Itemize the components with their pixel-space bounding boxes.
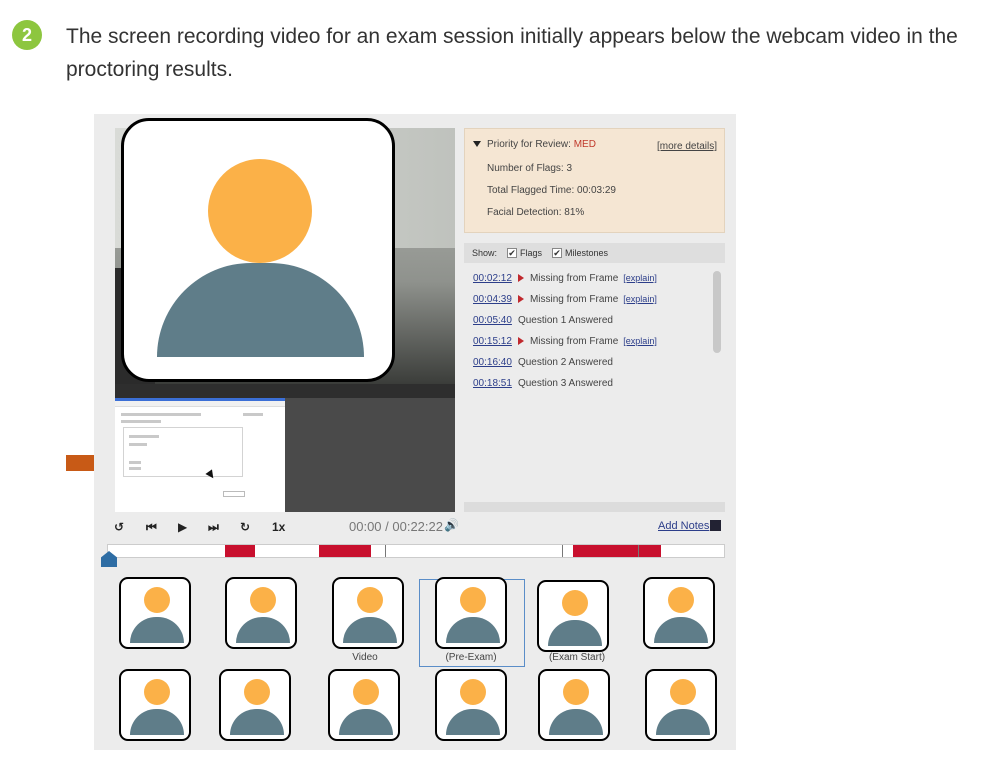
rewind-button[interactable]: ↺ — [114, 520, 124, 534]
thumb-caption: (Exam Start) — [548, 652, 606, 663]
event-time-link[interactable]: 00:02:12 — [473, 273, 512, 284]
empty-video-panel — [285, 398, 455, 512]
event-row: 00:18:51 Question 3 Answered — [473, 378, 613, 389]
event-row: 00:15:12 Missing from Frame [explain] — [473, 336, 657, 347]
flagged-time: Total Flagged Time: 00:03:29 — [487, 185, 616, 196]
person-avatar-icon — [460, 587, 486, 613]
event-time-link[interactable]: 00:05:40 — [473, 315, 512, 326]
flag-icon — [517, 337, 524, 346]
event-text: Missing from Frame — [529, 294, 619, 305]
show-label: Show: — [472, 248, 498, 258]
flag-count: Number of Flags: 3 — [487, 163, 573, 174]
time-display: 00:00 / 00:22:22 — [349, 519, 443, 534]
milestone-tick[interactable] — [562, 545, 563, 557]
priority-level: MED — [573, 139, 596, 150]
event-row: 00:02:12 Missing from Frame [explain] — [473, 273, 657, 284]
person-avatar-icon — [144, 587, 170, 613]
person-avatar-icon — [357, 587, 383, 613]
next-button[interactable]: ⏭ — [208, 520, 219, 535]
thumbnail[interactable] — [328, 669, 400, 741]
thumb-caption: Video — [352, 652, 378, 663]
person-avatar-icon — [244, 679, 270, 705]
person-avatar-icon — [563, 679, 589, 705]
play-button[interactable]: ▶ — [178, 520, 187, 534]
thumb-caption: (Pre-Exam) — [445, 652, 497, 663]
priority-row[interactable]: Priority for Review: MED — [473, 139, 596, 150]
previous-button[interactable]: ⏮ — [146, 520, 157, 535]
add-notes-link[interactable]: Add Notes — [658, 520, 709, 532]
thumbnail-strip: Video (Pre-Exam) (Exam Start) — [94, 574, 736, 750]
priority-review-box: Priority for Review: MED [more details] … — [464, 128, 725, 233]
notes-icon[interactable] — [710, 520, 721, 531]
step-number-badge: 2 — [12, 20, 42, 50]
person-avatar-icon — [144, 679, 170, 705]
event-time-link[interactable]: 00:15:12 — [473, 336, 512, 347]
event-list-scrollbar[interactable] — [713, 271, 721, 353]
person-avatar-icon — [121, 118, 395, 382]
person-avatar-icon — [250, 587, 276, 613]
person-avatar-icon — [562, 590, 588, 616]
thumbnail[interactable] — [537, 580, 609, 652]
thumbnail[interactable] — [435, 669, 507, 741]
thumbnail[interactable] — [119, 577, 191, 649]
show-filter-bar: Show: ✔ Flags ✔ Milestones — [464, 243, 725, 263]
thumbnail[interactable] — [119, 669, 191, 741]
event-text: Question 2 Answered — [517, 357, 613, 368]
flag-segment[interactable] — [319, 545, 371, 557]
priority-label: Priority for Review: — [487, 139, 571, 150]
proctoring-results-panel: Priority for Review: MED [more details] … — [94, 114, 736, 750]
event-time-link[interactable]: 00:16:40 — [473, 357, 512, 368]
event-text: Missing from Frame — [529, 273, 619, 284]
event-list: 00:02:12 Missing from Frame [explain] 00:0… — [464, 265, 725, 512]
flags-checkbox[interactable]: ✔ Flags — [507, 248, 542, 258]
volume-icon[interactable]: 🔊 — [444, 518, 459, 532]
flag-segment[interactable] — [573, 545, 661, 557]
flag-segment[interactable] — [225, 545, 255, 557]
more-details-link[interactable]: [more details] — [657, 141, 717, 152]
explain-link[interactable]: [explain] — [623, 336, 657, 346]
check-icon: ✔ — [552, 248, 563, 258]
milestone-tick[interactable] — [385, 545, 386, 557]
event-text: Question 3 Answered — [517, 378, 613, 389]
event-time-link[interactable]: 00:18:51 — [473, 378, 512, 389]
milestones-checkbox[interactable]: ✔ Milestones — [552, 248, 608, 258]
collapse-caret-icon[interactable] — [473, 141, 481, 147]
thumbnail[interactable] — [332, 577, 404, 649]
flags-label: Flags — [520, 248, 543, 258]
facial-detection: Facial Detection: 81% — [487, 207, 585, 218]
explain-link[interactable]: [explain] — [623, 273, 657, 283]
event-text: Missing from Frame — [529, 336, 619, 347]
thumbnail[interactable] — [643, 577, 715, 649]
person-avatar-icon — [670, 679, 696, 705]
event-row: 00:16:40 Question 2 Answered — [473, 357, 613, 368]
thumbnail[interactable] — [645, 669, 717, 741]
speed-button[interactable]: 1x — [272, 520, 285, 534]
step-description: The screen recording video for an exam s… — [66, 25, 958, 81]
milestone-tick — [638, 545, 639, 557]
event-text: Question 1 Answered — [517, 315, 613, 326]
forward-button[interactable]: ↻ — [240, 520, 250, 534]
person-avatar-icon — [668, 587, 694, 613]
thumbnail[interactable] — [225, 577, 297, 649]
event-row: 00:04:39 Missing from Frame [explain] — [473, 294, 657, 305]
timeline-bar[interactable] — [107, 544, 725, 558]
screen-recording-video[interactable] — [115, 398, 285, 512]
check-icon: ✔ — [507, 248, 518, 258]
thumbnail[interactable] — [538, 669, 610, 741]
milestones-label: Milestones — [565, 248, 609, 258]
person-avatar-icon — [353, 679, 379, 705]
event-row: 00:05:40 Question 1 Answered — [473, 315, 613, 326]
event-time-link[interactable]: 00:04:39 — [473, 294, 512, 305]
person-avatar-icon — [460, 679, 486, 705]
flag-icon — [517, 295, 524, 304]
thumbnail[interactable] — [435, 577, 507, 649]
thumbnail[interactable] — [219, 669, 291, 741]
flag-icon — [517, 274, 524, 283]
player-controls: ↺ ⏮ ▶ ⏭ ↻ 1x 00:00 / 00:22:22 🔊 Add Note… — [94, 512, 736, 542]
explain-link[interactable]: [explain] — [623, 294, 657, 304]
